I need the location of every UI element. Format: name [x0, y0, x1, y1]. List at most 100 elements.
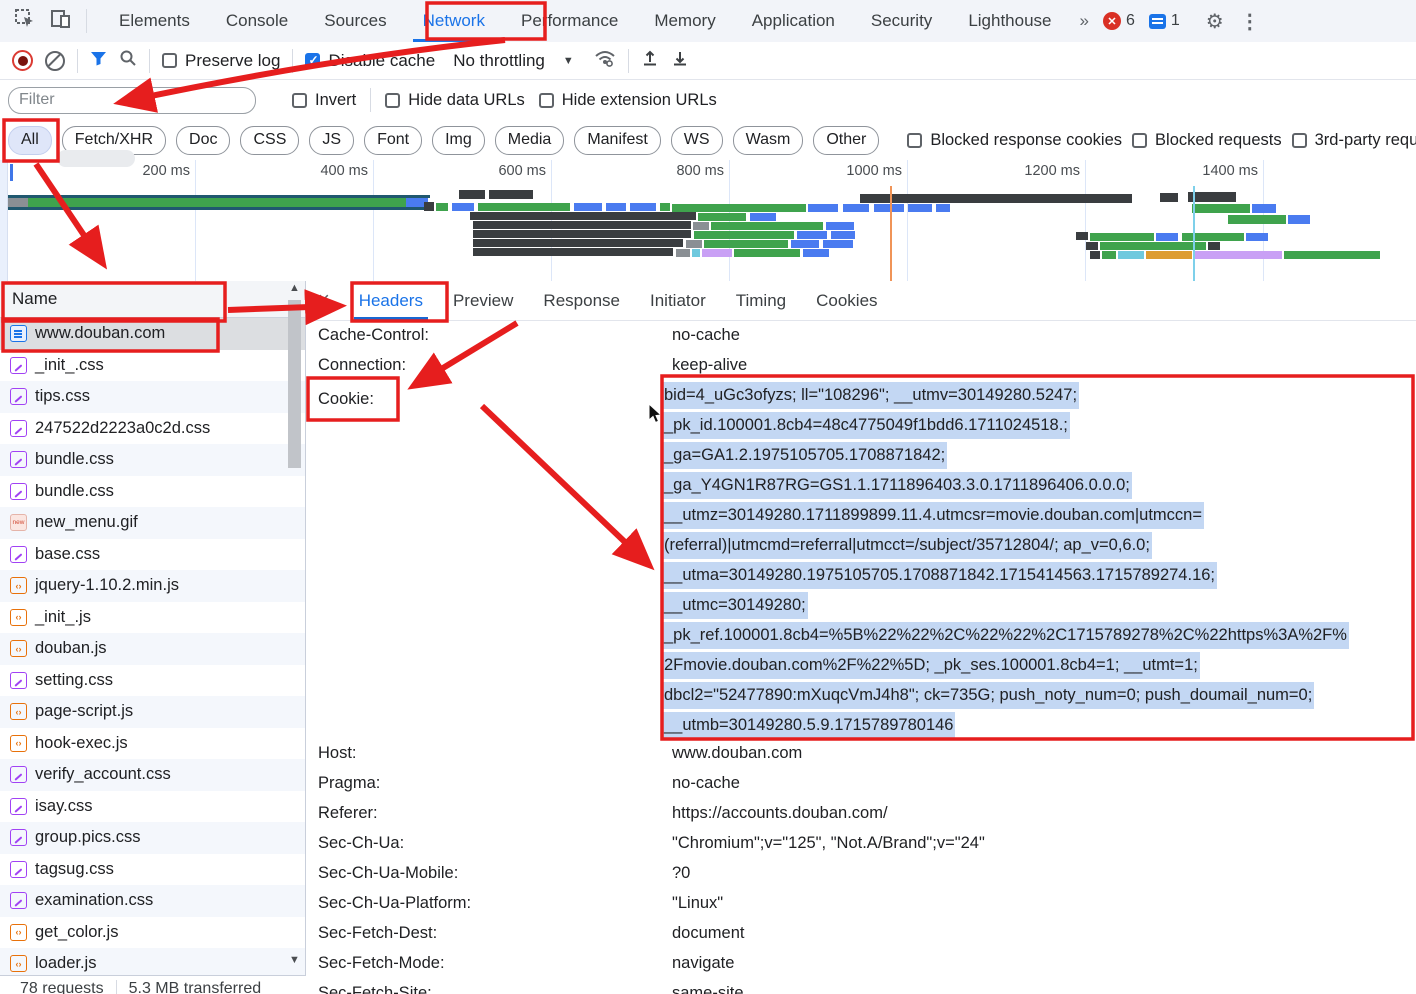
overview-bar	[470, 212, 696, 220]
close-icon[interactable]: ×	[306, 289, 344, 312]
overview-bar	[630, 203, 656, 211]
preserve-log-checkbox[interactable]: Preserve log	[162, 51, 280, 71]
type-pill-img[interactable]: Img	[432, 126, 485, 155]
tab-network[interactable]: Network	[405, 1, 503, 42]
issues-badge[interactable]: 1	[1149, 12, 1180, 30]
js-file-icon: ‹›	[10, 577, 27, 594]
css-file-icon	[10, 451, 27, 468]
tab-performance[interactable]: Performance	[503, 1, 636, 42]
header-key: Sec-Ch-Ua:	[318, 828, 404, 858]
main-toolbar-icons	[0, 8, 101, 35]
disable-cache-checkbox[interactable]: Disable cache	[305, 51, 435, 71]
request-row[interactable]: bundle.css	[0, 444, 305, 476]
error-badge[interactable]: ✕ 6	[1103, 12, 1135, 30]
selected-text: 2Fmovie.douban.com%2F%22%5D; _pk_ses.100…	[662, 652, 1200, 679]
hide-extension-urls-checkbox[interactable]: Hide extension URLs	[539, 91, 717, 110]
divider	[149, 49, 150, 73]
overview-bar	[473, 239, 683, 247]
type-pill-font[interactable]: Font	[364, 126, 422, 155]
checkbox-unchecked-icon	[292, 93, 307, 108]
selected-text: (referral)|utmcmd=referral|utmcct=/subje…	[662, 532, 1152, 559]
header-value: document	[672, 918, 744, 948]
name-column-header[interactable]: Name	[0, 281, 305, 318]
inspect-cursor-icon[interactable]	[14, 8, 36, 35]
tab-elements[interactable]: Elements	[101, 1, 208, 42]
filter-funnel-icon[interactable]	[90, 51, 107, 71]
type-pill-wasm[interactable]: Wasm	[733, 126, 804, 155]
overview-bar	[936, 204, 950, 212]
request-row[interactable]: setting.css	[0, 665, 305, 697]
tab-security[interactable]: Security	[853, 1, 950, 42]
css-file-icon	[10, 420, 27, 437]
overview-bar	[660, 203, 670, 211]
network-conditions-icon[interactable]	[594, 49, 616, 72]
blocked-requests-checkbox[interactable]: Blocked requests	[1132, 131, 1282, 150]
devtools-tab-bar: ElementsConsoleSourcesNetworkPerformance…	[0, 0, 1416, 43]
overview-tick-label: 1400 ms	[1202, 163, 1263, 179]
type-pill-all[interactable]: All	[8, 126, 52, 155]
more-tabs-icon[interactable]: »	[1080, 11, 1089, 31]
overview-bar	[860, 194, 1132, 203]
import-har-icon[interactable]	[641, 49, 659, 72]
overview-bar	[1182, 233, 1244, 241]
details-tab-preview[interactable]: Preview	[438, 281, 528, 320]
throttling-dropdown[interactable]: No throttling ▼	[453, 51, 574, 71]
details-tab-cookies[interactable]: Cookies	[801, 281, 892, 320]
record-icon[interactable]	[12, 50, 33, 71]
overview-bar	[831, 231, 855, 239]
cookie-line: bid=4_uGc3ofyzs; ll="108296"; __utmv=301…	[662, 380, 1413, 410]
devtools-window: ElementsConsoleSourcesNetworkPerformance…	[0, 0, 1416, 994]
request-row[interactable]: ‹›_init_.js	[0, 602, 305, 634]
request-row[interactable]: bundle.css	[0, 476, 305, 508]
request-row[interactable]: 247522d2223a0c2d.css	[0, 413, 305, 445]
type-pill-other[interactable]: Other	[813, 126, 879, 155]
disable-cache-label: Disable cache	[328, 51, 435, 71]
network-overview[interactable]: 200 ms400 ms600 ms800 ms1000 ms1200 ms14…	[0, 160, 1416, 282]
checkbox-unchecked-icon	[162, 53, 177, 68]
request-name: bundle.css	[35, 450, 114, 469]
scroll-up-icon[interactable]: ▲	[289, 282, 300, 294]
search-icon[interactable]	[119, 49, 137, 72]
filter-input[interactable]	[8, 87, 256, 114]
filter-row: Invert Hide data URLs Hide extension URL…	[0, 80, 1416, 120]
header-value: "Linux"	[672, 888, 723, 918]
type-pill-doc[interactable]: Doc	[176, 126, 230, 155]
invert-label: Invert	[315, 91, 356, 110]
checkbox-unchecked-icon	[907, 133, 922, 148]
overview-bar	[1246, 233, 1268, 241]
tab-lighthouse[interactable]: Lighthouse	[950, 1, 1069, 42]
request-row[interactable]: newnew_menu.gif	[0, 507, 305, 539]
divider	[370, 88, 371, 112]
details-tab-timing[interactable]: Timing	[721, 281, 801, 320]
request-row[interactable]: ‹›douban.js	[0, 633, 305, 665]
invert-checkbox[interactable]: Invert	[292, 91, 356, 110]
type-pill-ws[interactable]: WS	[671, 126, 723, 155]
header-value: ?0	[672, 858, 690, 888]
request-row[interactable]: ‹›jquery-1.10.2.min.js	[0, 570, 305, 602]
blocked-response-cookies-checkbox[interactable]: Blocked response cookies	[907, 131, 1122, 150]
tab-memory[interactable]: Memory	[636, 1, 733, 42]
hide-data-urls-checkbox[interactable]: Hide data URLs	[385, 91, 524, 110]
3rd-party-reque-checkbox[interactable]: 3rd-party reque	[1292, 131, 1416, 150]
details-tab-response[interactable]: Response	[528, 281, 635, 320]
js-file-icon: ‹›	[10, 703, 27, 720]
overview-cursor-ibeam	[10, 164, 13, 181]
details-tab-headers[interactable]: Headers	[344, 281, 438, 320]
type-pill-manifest[interactable]: Manifest	[574, 126, 660, 155]
tab-application[interactable]: Application	[734, 1, 853, 42]
export-har-icon[interactable]	[671, 49, 689, 72]
checkbox-unchecked-icon	[539, 93, 554, 108]
device-toolbar-icon[interactable]	[50, 8, 72, 35]
clear-icon[interactable]	[45, 51, 65, 71]
hide-extension-urls-label: Hide extension URLs	[562, 91, 717, 110]
tab-sources[interactable]: Sources	[306, 1, 404, 42]
details-tab-initiator[interactable]: Initiator	[635, 281, 721, 320]
request-row[interactable]: ‹›page-script.js	[0, 696, 305, 728]
kebab-menu-icon[interactable]: ⋮	[1240, 9, 1260, 34]
settings-gear-icon[interactable]: ⚙	[1206, 9, 1224, 34]
type-pill-media[interactable]: Media	[495, 126, 565, 155]
tab-console[interactable]: Console	[208, 1, 306, 42]
request-row[interactable]: base.css	[0, 539, 305, 571]
type-pill-css[interactable]: CSS	[240, 126, 299, 155]
type-pill-js[interactable]: JS	[309, 126, 354, 155]
